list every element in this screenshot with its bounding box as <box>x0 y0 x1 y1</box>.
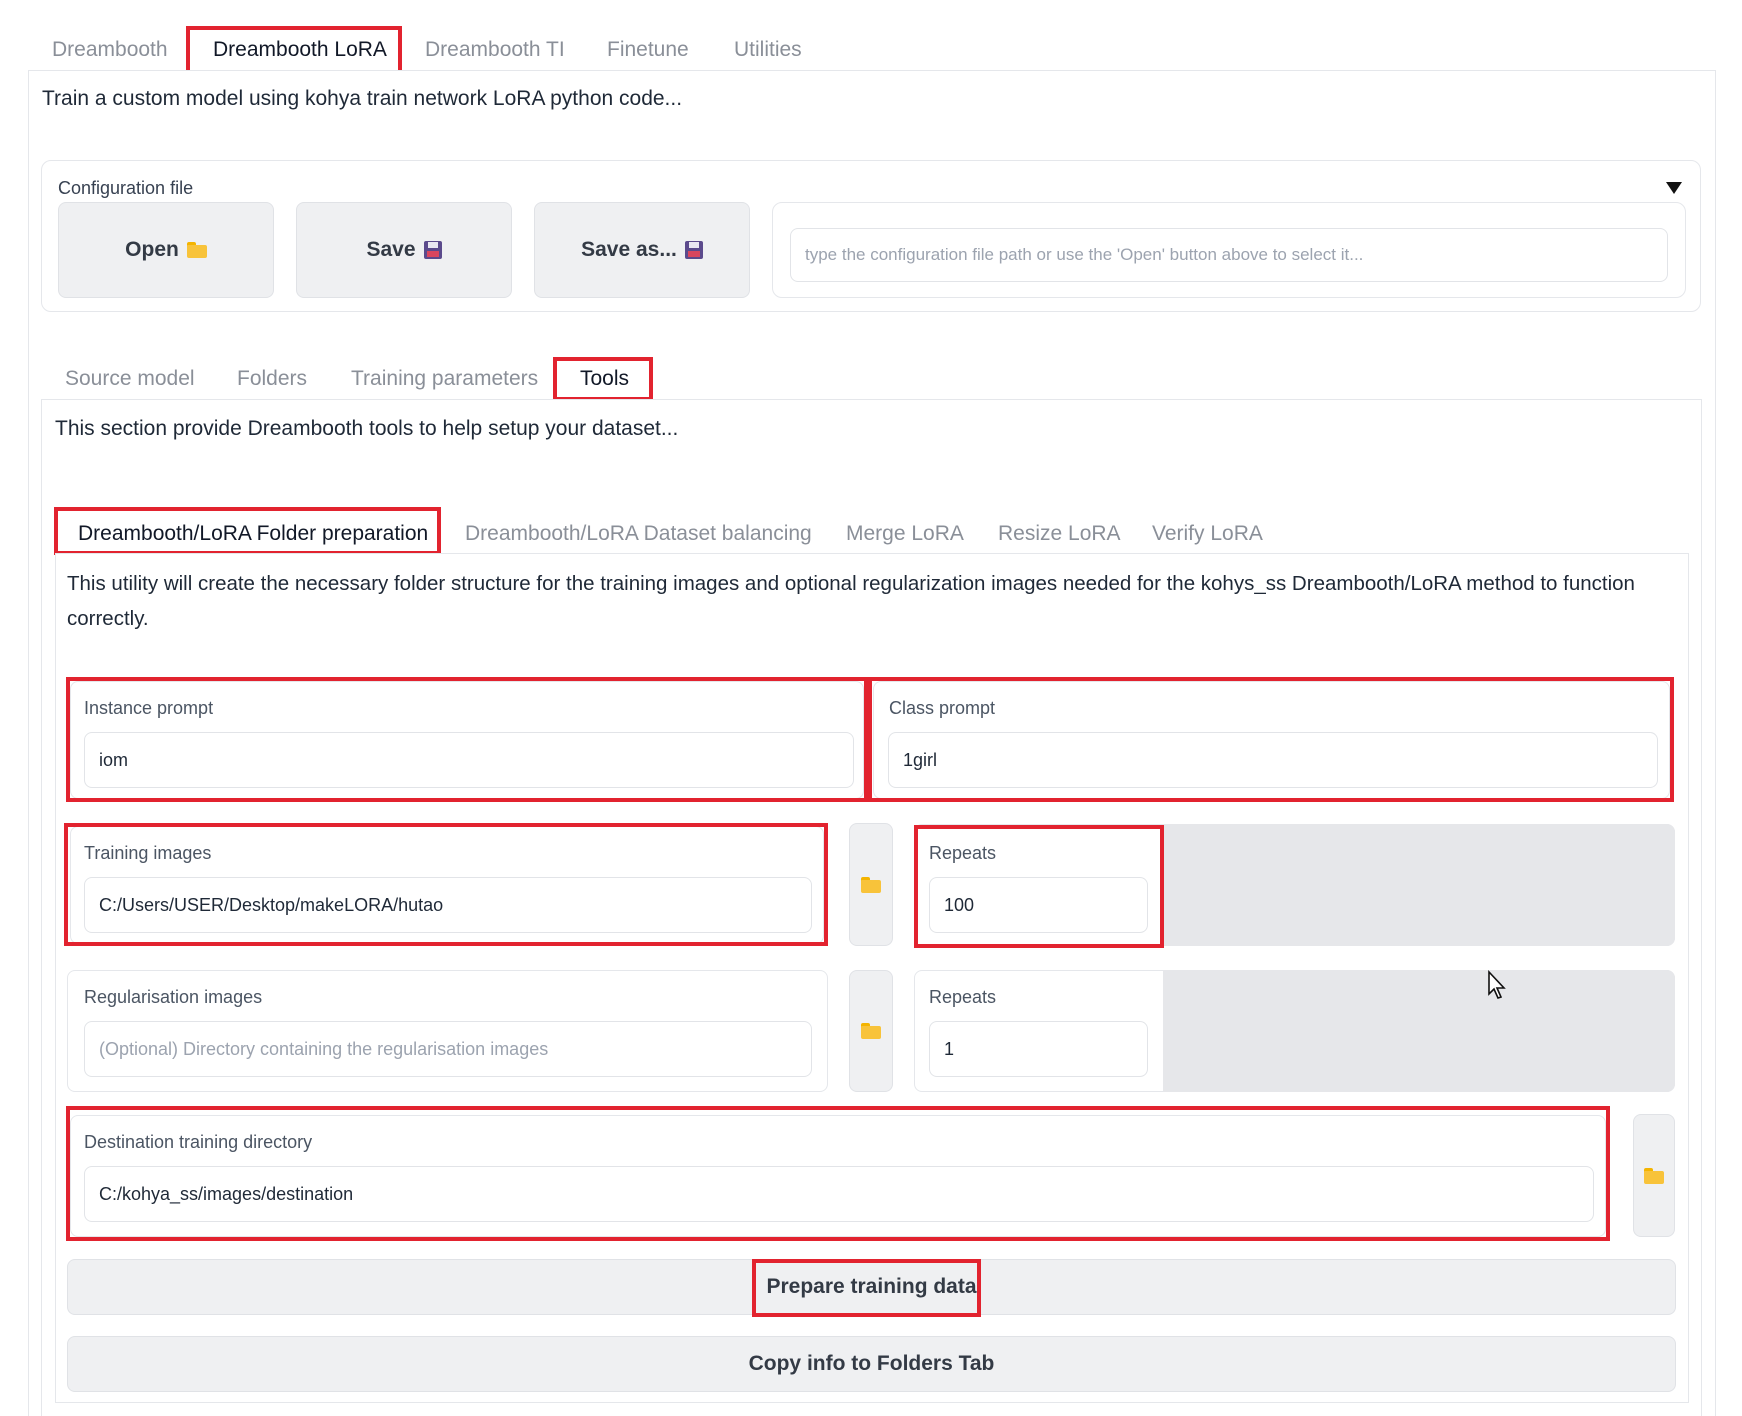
save-as-label: Save as... <box>581 238 677 261</box>
config-file-label: Configuration file <box>58 178 194 198</box>
floppy-disk-icon <box>684 241 703 259</box>
destination-label: Destination training directory <box>84 1132 313 1152</box>
training-repeats-filler <box>1163 824 1675 946</box>
instance-prompt-label: Instance prompt <box>84 698 214 718</box>
floppy-disk-icon <box>423 241 442 259</box>
tab-folder-preparation[interactable]: Dreambooth/LoRA Folder preparation <box>78 522 428 546</box>
open-label: Open <box>125 238 179 261</box>
open-config-button[interactable]: Open <box>58 202 274 298</box>
prepare-training-data-button[interactable]: Prepare training data <box>67 1259 1676 1315</box>
tab-merge-lora[interactable]: Merge LoRA <box>846 522 964 546</box>
tools-description: This section provide Dreambooth tools to… <box>55 417 679 440</box>
folder-icon <box>1644 1167 1664 1184</box>
collapse-caret-icon[interactable] <box>1666 182 1682 194</box>
tab-training-parameters[interactable]: Training parameters <box>351 367 538 391</box>
instance-prompt-input[interactable]: iom <box>84 732 854 788</box>
tab-finetune[interactable]: Finetune <box>607 38 689 62</box>
prep-description-line2: correctly. <box>67 607 149 630</box>
tab-source-model[interactable]: Source model <box>65 367 195 391</box>
tab-resize-lora[interactable]: Resize LoRA <box>998 522 1121 546</box>
prep-description-line1: This utility will create the necessary f… <box>67 572 1635 595</box>
tab-dreambooth-lora[interactable]: Dreambooth LoRA <box>213 38 387 62</box>
training-images-input[interactable]: C:/Users/USER/Desktop/makeLORA/hutao <box>84 877 812 933</box>
config-path-input[interactable]: type the configuration file path or use … <box>790 228 1668 282</box>
destination-browse-button[interactable] <box>1633 1114 1675 1237</box>
class-prompt-input[interactable]: 1girl <box>888 732 1658 788</box>
folder-icon <box>861 1023 881 1039</box>
class-prompt-label: Class prompt <box>889 698 996 718</box>
destination-input[interactable]: C:/kohya_ss/images/destination <box>84 1166 1594 1222</box>
save-as-config-button[interactable]: Save as... <box>534 202 750 298</box>
mouse-cursor-icon <box>1488 970 1506 999</box>
training-repeats-label: Repeats <box>929 843 997 863</box>
save-config-button[interactable]: Save <box>296 202 512 298</box>
training-images-label: Training images <box>84 843 212 863</box>
save-label: Save <box>366 238 416 261</box>
tab-dreambooth-ti[interactable]: Dreambooth TI <box>425 38 565 62</box>
reg-repeats-filler <box>1163 970 1675 1092</box>
main-description: Train a custom model using kohya train n… <box>42 87 683 110</box>
tab-verify-lora[interactable]: Verify LoRA <box>1152 522 1263 546</box>
training-images-browse-button[interactable] <box>849 823 893 946</box>
tab-utilities[interactable]: Utilities <box>734 38 802 62</box>
reg-images-label: Regularisation images <box>84 987 263 1007</box>
tab-folders[interactable]: Folders <box>237 367 307 391</box>
reg-repeats-label: Repeats <box>929 987 997 1007</box>
copy-info-button[interactable]: Copy info to Folders Tab <box>67 1336 1676 1392</box>
tab-tools[interactable]: Tools <box>580 367 629 391</box>
reg-images-input[interactable]: (Optional) Directory containing the regu… <box>84 1021 812 1077</box>
reg-repeats-input[interactable]: 1 <box>929 1021 1148 1077</box>
folder-icon <box>186 242 207 258</box>
folder-icon <box>861 876 881 893</box>
tab-dreambooth[interactable]: Dreambooth <box>52 38 168 62</box>
training-repeats-input[interactable]: 100 <box>929 877 1148 933</box>
reg-images-browse-button[interactable] <box>849 970 893 1092</box>
tab-dataset-balancing[interactable]: Dreambooth/LoRA Dataset balancing <box>465 522 812 546</box>
